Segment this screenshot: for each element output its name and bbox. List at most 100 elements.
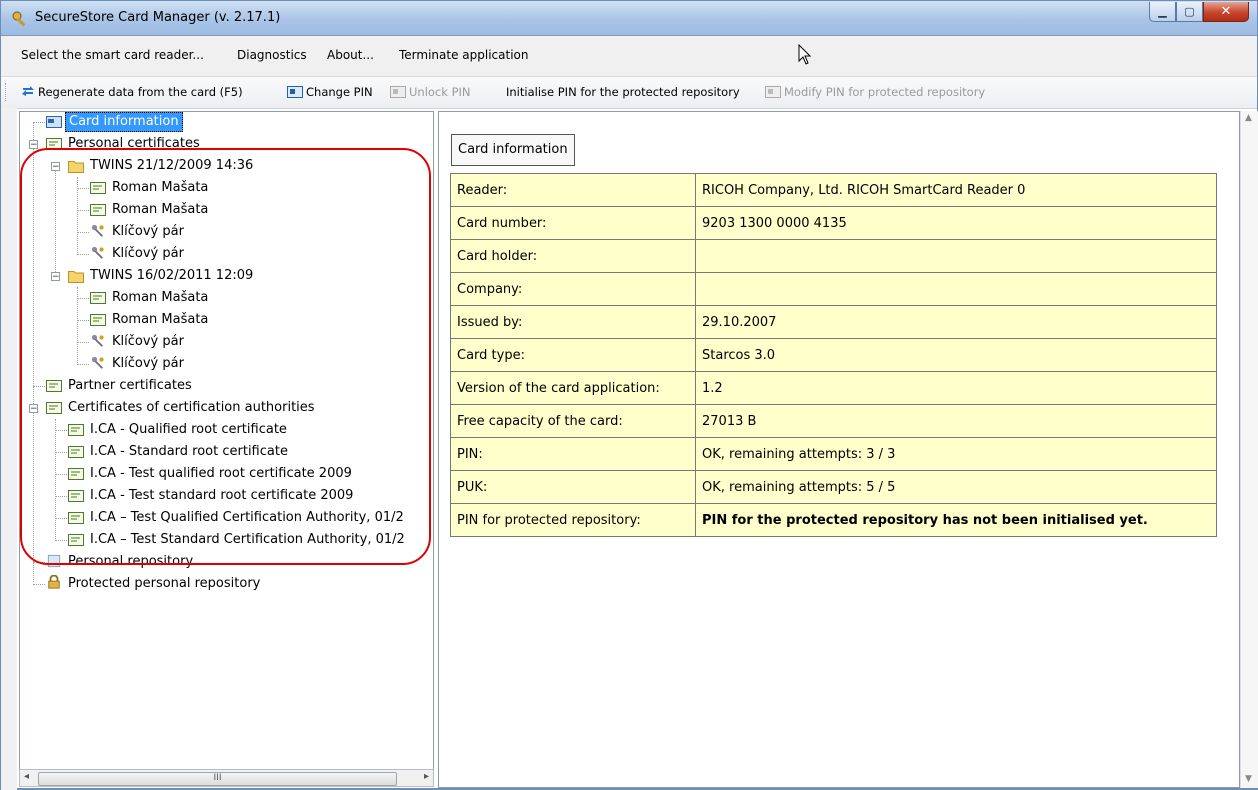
info-value: 1.2 [695,371,1217,405]
regenerate-button[interactable]: Regenerate data from the card (F5) [21,85,243,99]
info-value: RICOH Company, Ltd. RICOH SmartCard Read… [695,173,1217,207]
close-button[interactable]: ✕ [1203,2,1249,22]
folder-icon [68,161,84,173]
certificate-icon [68,424,84,436]
tree-label: Partner certificates [68,378,192,393]
unlock-pin-button[interactable]: Unlock PIN [390,85,471,99]
info-row: PIN: OK, remaining attempts: 3 / 3 [450,437,1217,471]
tree-label: I.CA - Test standard root certificate 20… [90,488,354,503]
info-key: Version of the card application: [450,371,696,405]
info-key: PIN: [450,437,696,471]
scroll-up-icon[interactable]: ▲ [1245,113,1252,123]
info-value: 29.10.2007 [695,305,1217,339]
vertical-scrollbar[interactable]: ▲ ▼ [1240,111,1258,788]
menu-terminate[interactable]: Terminate application [399,48,528,62]
tree-label: I.CA - Qualified root certificate [90,422,287,437]
certificate-icon [90,314,106,326]
menu-bar: Select the smart card reader... Diagnost… [1,36,1257,77]
left-rail [1,108,17,790]
card-icon [390,86,406,98]
modify-pin-button[interactable]: Modify PIN for protected repository [765,85,985,99]
info-value [695,239,1217,273]
tree-label: TWINS 21/12/2009 14:36 [90,158,254,173]
tree-label: TWINS 16/02/2011 12:09 [90,268,254,283]
title-bar[interactable]: SecureStore Card Manager (v. 2.17.1) ▁ ▢… [1,1,1257,36]
menu-select-reader[interactable]: Select the smart card reader... [21,48,204,62]
info-key: Card holder: [450,239,696,273]
info-value: OK, remaining attempts: 3 / 3 [695,437,1217,471]
key-pair-icon [91,334,104,347]
app-window: SecureStore Card Manager (v. 2.17.1) ▁ ▢… [0,0,1258,790]
scroll-down-icon[interactable]: ▼ [1245,774,1252,784]
certificate-icon [90,292,106,304]
app-icon [12,11,26,27]
minimize-button[interactable]: ▁ [1149,2,1176,22]
unlock-pin-label: Unlock PIN [409,85,471,99]
certificate-icon [68,490,84,502]
tree-label: Roman Mašata [112,180,209,195]
tree-label: Klíčový pár [112,224,184,239]
info-value: PIN for the protected repository has not… [695,503,1217,537]
mouse-cursor-icon [798,44,812,65]
info-key: Reader: [450,173,696,207]
tree-label: Roman Mašata [112,202,209,217]
tree-label: I.CA – Test Standard Certification Autho… [90,532,405,547]
scroll-right-icon[interactable]: ▸ [424,771,429,782]
key-pair-icon [91,246,104,259]
tree-label: I.CA - Test qualified root certificate 2… [90,466,352,481]
toolbar-grip[interactable] [5,83,9,101]
info-row: PIN for protected repository: PIN for the… [450,503,1217,537]
info-key: PIN for protected repository: [450,503,696,537]
card-info-icon [46,116,62,128]
close-icon: ✕ [1220,4,1232,19]
maximize-button[interactable]: ▢ [1176,2,1203,22]
toolbar: Regenerate data from the card (F5) Chang… [1,77,1257,109]
tree-label: I.CA – Test Qualified Certification Auth… [90,510,404,525]
details-panel: Card information Reader: RICOH Company, L… [438,111,1240,788]
init-pin-button[interactable]: Initialise PIN for the protected reposit… [506,85,740,99]
key-pair-icon [91,224,104,237]
folder-icon [68,271,84,283]
certificate-icon [68,468,84,480]
info-key: Company: [450,272,696,306]
info-value: 9203 1300 0000 4135 [695,206,1217,240]
card-info-table: Reader: RICOH Company, Ltd. RICOH SmartCa… [450,173,1217,537]
certificate-icon [68,534,84,546]
refresh-icon [22,86,34,96]
info-row: Free capacity of the card: 27013 B [450,404,1217,438]
tree-label: Certificates of certification authoritie… [68,400,315,415]
tree-label: Klíčový pár [112,334,184,349]
key-pair-icon [91,356,104,369]
tree-label: Protected personal repository [68,576,261,591]
collapse-icon[interactable]: − [51,162,60,172]
tree-guide [33,122,34,582]
repository-icon [47,554,61,568]
info-row: Version of the card application: 1.2 [450,371,1217,405]
tree-label: Roman Mašata [112,312,209,327]
info-value: 27013 B [695,404,1217,438]
info-value: OK, remaining attempts: 5 / 5 [695,470,1217,504]
certificate-icon [90,204,106,216]
collapse-icon[interactable]: − [29,140,38,150]
scroll-thumb[interactable]: III [38,772,397,786]
info-row: Card holder: [450,239,1217,273]
regenerate-label: Regenerate data from the card (F5) [38,85,243,99]
collapse-icon[interactable]: − [29,404,38,414]
certificate-icon [46,380,62,392]
scroll-left-icon[interactable]: ◂ [24,771,29,782]
window-title: SecureStore Card Manager (v. 2.17.1) [35,10,281,25]
tree-guide [55,166,56,276]
horizontal-scrollbar[interactable]: ◂ III ▸ [19,769,434,787]
change-pin-button[interactable]: Change PIN [287,85,373,99]
panel-heading: Card information [451,134,575,166]
lock-icon [48,575,60,589]
collapse-icon[interactable]: − [51,272,60,282]
tree-label: I.CA - Standard root certificate [90,444,288,459]
info-row: Card number: 9203 1300 0000 4135 [450,206,1217,240]
info-row: Issued by: 29.10.2007 [450,305,1217,339]
certificate-icon [46,138,62,150]
card-icon [765,86,781,98]
tree-view[interactable]: Card information − Personal certificates… [19,111,434,770]
menu-diagnostics[interactable]: Diagnostics [237,48,307,62]
menu-about[interactable]: About... [327,48,374,62]
